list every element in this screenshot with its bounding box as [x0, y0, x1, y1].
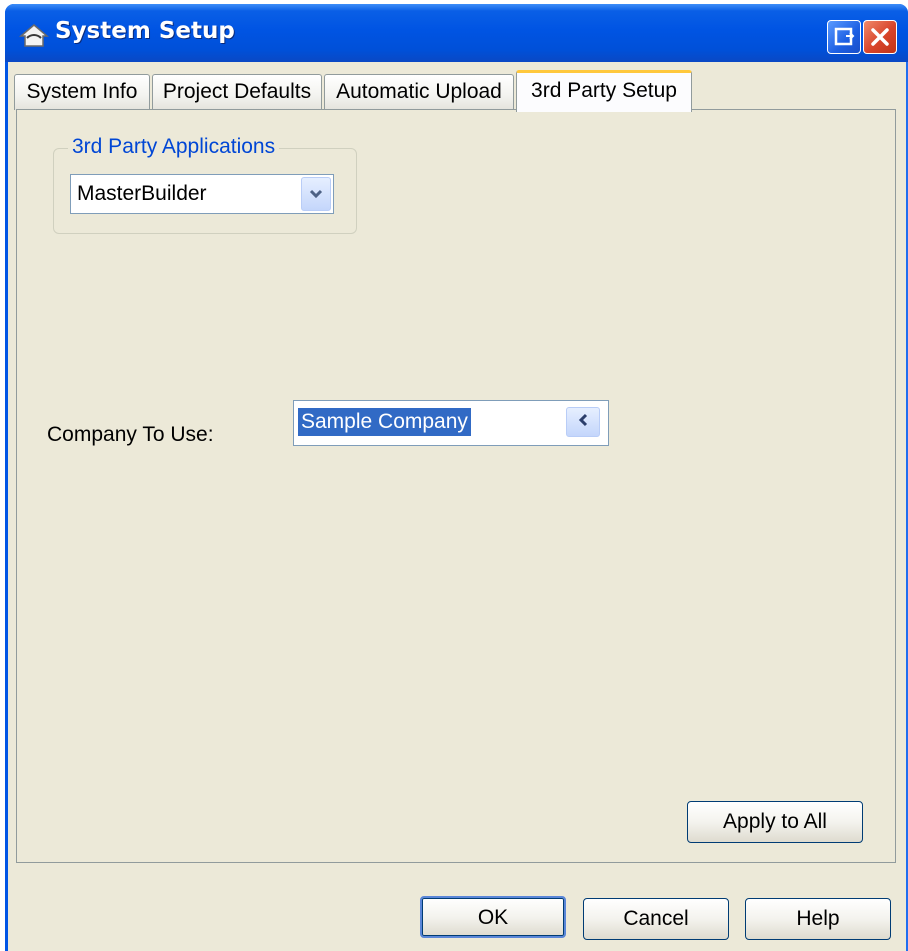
house-icon: [18, 22, 50, 48]
ok-button[interactable]: OK: [420, 896, 566, 938]
chevron-left-icon: [577, 410, 589, 434]
group-label: 3rd Party Applications: [68, 135, 280, 159]
title-bar[interactable]: System Setup: [5, 4, 908, 62]
cancel-button[interactable]: Cancel: [583, 898, 729, 940]
dialog-client-area: System Info Project Defaults Automatic U…: [8, 62, 906, 951]
company-field[interactable]: Sample Company: [293, 400, 609, 446]
company-select-button[interactable]: [566, 407, 600, 437]
tab-automatic-upload[interactable]: Automatic Upload: [324, 74, 514, 110]
window-title: System Setup: [55, 18, 235, 44]
restore-button[interactable]: [827, 20, 861, 54]
help-button[interactable]: Help: [745, 898, 891, 940]
application-dropdown-value: MasterBuilder: [77, 182, 207, 205]
company-label: Company To Use:: [47, 423, 214, 446]
apply-to-all-button[interactable]: Apply to All: [687, 801, 863, 843]
tab-panel-3rd-party-setup: 3rd Party Applications MasterBuilder Com…: [16, 109, 896, 863]
application-dropdown[interactable]: MasterBuilder: [70, 174, 334, 214]
chevron-down-icon: [308, 182, 324, 206]
tab-3rd-party-setup[interactable]: 3rd Party Setup: [516, 70, 692, 112]
tab-system-info[interactable]: System Info: [14, 74, 150, 110]
tab-project-defaults[interactable]: Project Defaults: [152, 74, 322, 110]
restore-icon: [828, 27, 860, 58]
company-value: Sample Company: [298, 408, 471, 436]
close-icon: [864, 28, 896, 58]
close-button[interactable]: [863, 20, 897, 54]
system-setup-window: System Setup System Info Project Default…: [5, 4, 908, 951]
third-party-applications-group: 3rd Party Applications MasterBuilder: [53, 135, 357, 234]
dropdown-arrow-button[interactable]: [301, 177, 331, 211]
